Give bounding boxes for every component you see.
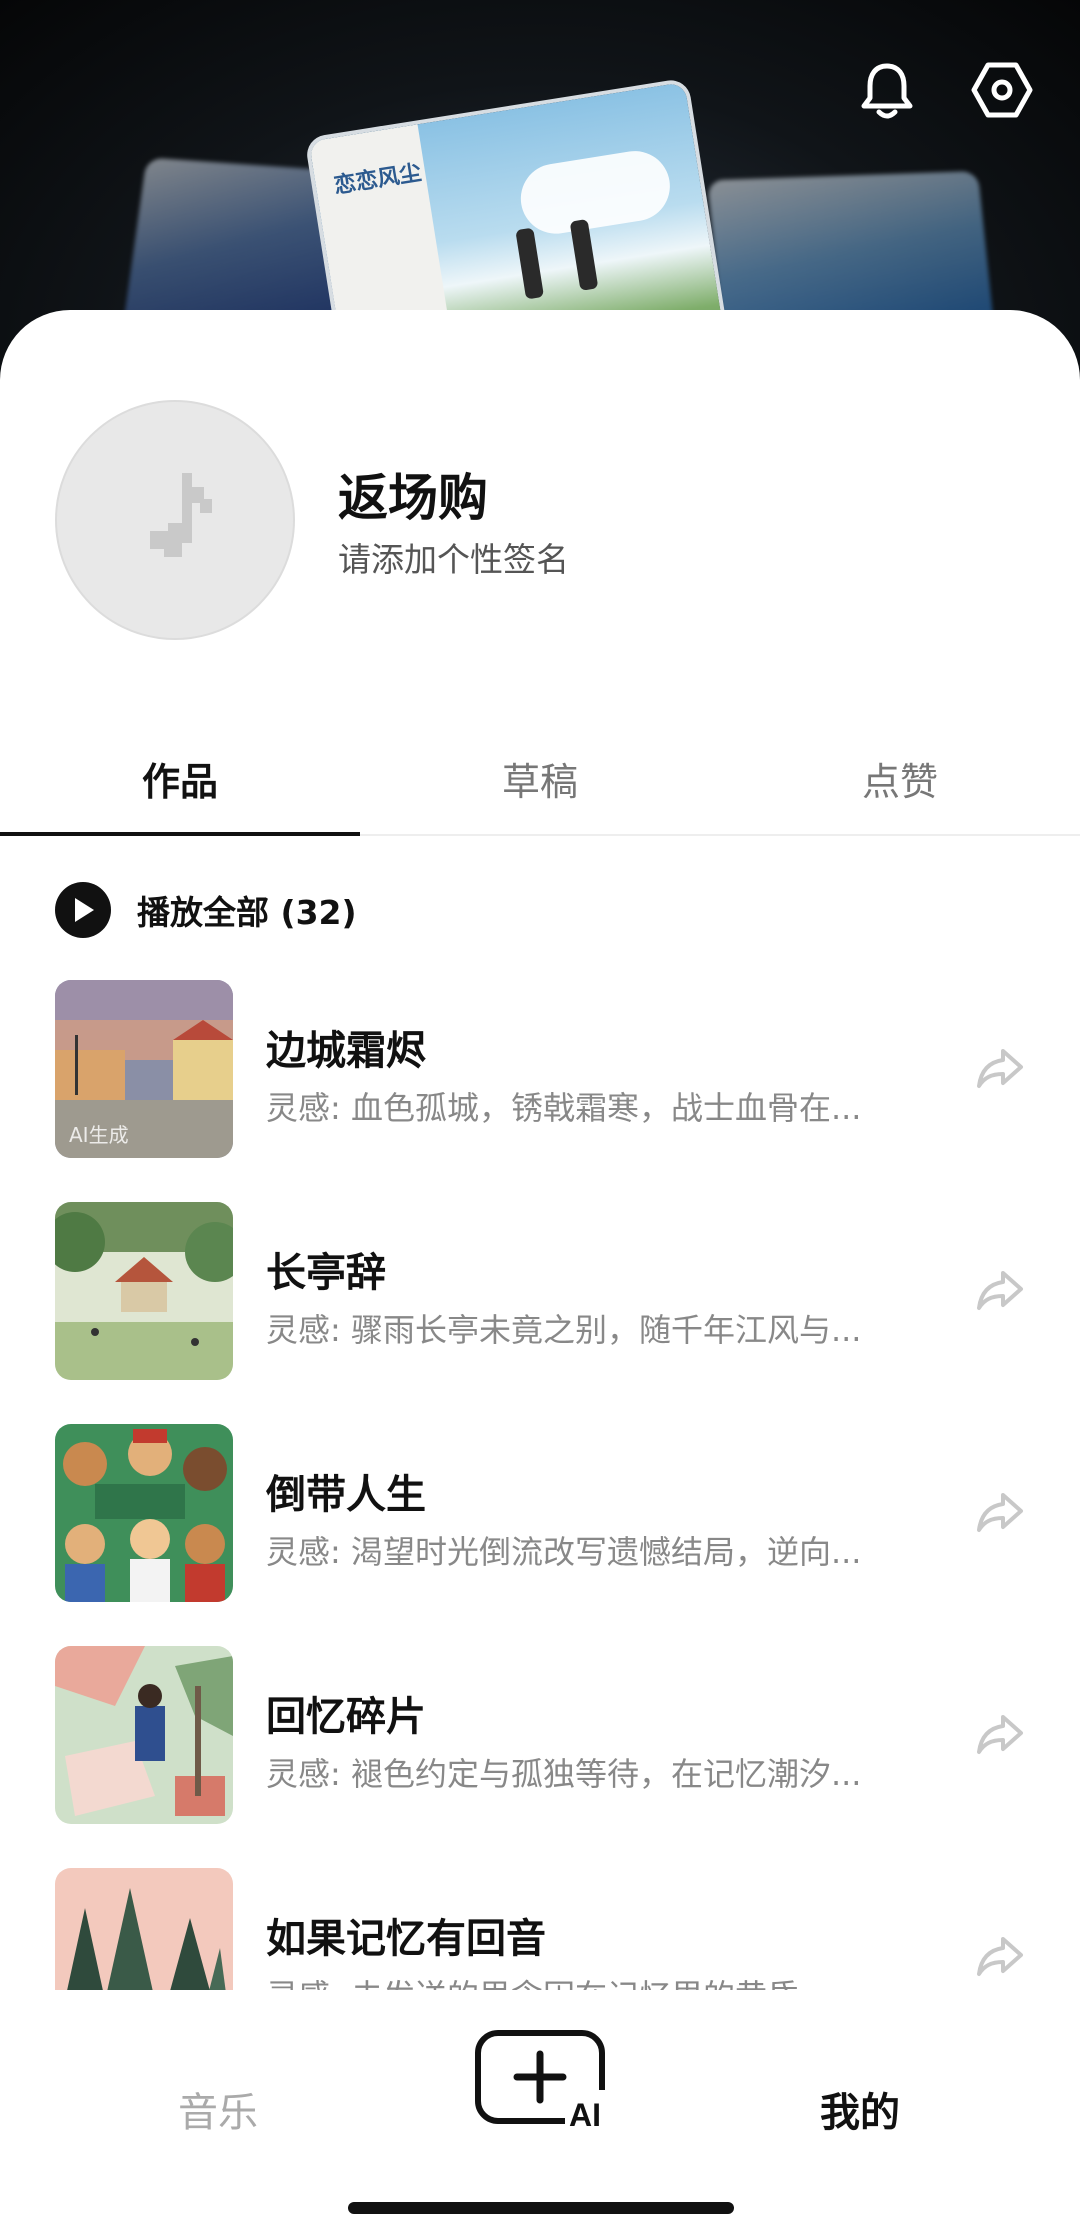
play-all-button[interactable]: 播放全部 (32) (55, 880, 357, 940)
nav-mine[interactable]: 我的 (820, 2080, 900, 2138)
song-title: 回忆碎片 (266, 1694, 426, 1740)
song-title: 倒带人生 (266, 1472, 426, 1518)
song-cover (55, 1202, 233, 1380)
music-note-icon (150, 473, 212, 557)
song-description: 灵感: 褪色约定与孤独等待，在记忆潮汐... (266, 1755, 862, 1793)
play-icon (55, 882, 111, 938)
song-cover (55, 1868, 233, 1990)
share-icon[interactable] (970, 1704, 1030, 1764)
featured-card-text: 恋恋风尘 (332, 160, 424, 200)
song-row[interactable]: 长亭辞 灵感: 骤雨长亭未竟之别，随千年江风与... (0, 1202, 1080, 1380)
bell-icon[interactable] (855, 58, 919, 122)
play-all-label: 播放全部 (32) (137, 893, 357, 932)
create-ai-label: AI (569, 2097, 601, 2130)
signature[interactable]: 请添加个性签名 (338, 533, 569, 581)
tab-drafts[interactable]: 草稿 (360, 740, 720, 834)
song-title: 如果记忆有回音 (266, 1916, 546, 1962)
create-ai-button[interactable]: AI (475, 2030, 610, 2133)
song-description: 灵感: 渴望时光倒流改写遗憾结局，逆向... (266, 1533, 862, 1571)
username: 返场购 (338, 469, 488, 527)
song-description: 灵感: 未发送的思念困在记忆里的黄昏 (266, 1971, 932, 1990)
share-icon[interactable] (970, 1260, 1030, 1320)
song-cover (55, 1646, 233, 1824)
share-icon[interactable] (970, 1926, 1030, 1986)
avatar[interactable] (55, 400, 295, 640)
create-ai-icon: AI (475, 2030, 610, 2133)
tab-likes[interactable]: 点赞 (720, 740, 1080, 834)
song-cover (55, 1424, 233, 1602)
song-title: 长亭辞 (266, 1250, 386, 1296)
song-row[interactable]: 回忆碎片 灵感: 褪色约定与孤独等待，在记忆潮汐... (0, 1646, 1080, 1824)
nav-music[interactable]: 音乐 (178, 2080, 258, 2138)
song-row[interactable]: 倒带人生 灵感: 渴望时光倒流改写遗憾结局，逆向... (0, 1424, 1080, 1602)
settings-hexagon-icon[interactable] (970, 58, 1034, 122)
song-cover: AI生成 (55, 980, 233, 1158)
share-icon[interactable] (970, 1038, 1030, 1098)
share-icon[interactable] (970, 1482, 1030, 1542)
home-indicator (348, 2202, 734, 2214)
cover-ai-badge: AI生成 (69, 1123, 129, 1147)
song-description: 灵感: 血色孤城，锈戟霜寒，战士血骨在... (266, 1089, 862, 1127)
song-row[interactable]: 如果记忆有回音 灵感: 未发送的思念困在记忆里的黄昏 (0, 1868, 1080, 1990)
profile-tabs: 作品 草稿 点赞 (0, 740, 1080, 836)
song-title: 边城霜烬 (266, 1028, 426, 1074)
tab-works[interactable]: 作品 (0, 740, 360, 836)
song-list: AI生成 边城霜烬 灵感: 血色孤城，锈戟霜寒，战士血骨在... 长亭辞 灵感:… (0, 980, 1080, 1990)
song-row[interactable]: AI生成 边城霜烬 灵感: 血色孤城，锈戟霜寒，战士血骨在... (0, 980, 1080, 1158)
song-description: 灵感: 骤雨长亭未竟之别，随千年江风与... (266, 1311, 862, 1349)
